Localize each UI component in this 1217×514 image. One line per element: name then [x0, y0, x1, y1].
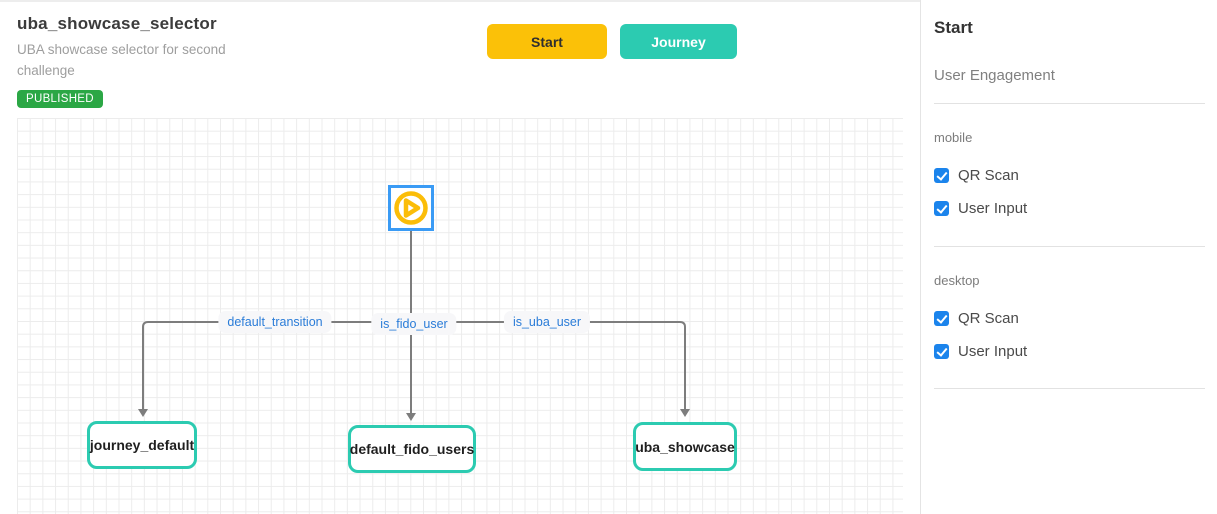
page-subtitle: UBA showcase selector for second challen… — [17, 40, 252, 82]
play-icon — [392, 189, 430, 227]
section-label-desktop: desktop — [934, 273, 1205, 288]
edge-label-default-transition[interactable]: default_transition — [218, 311, 331, 333]
checkbox-row-desktop-user-input[interactable]: User Input — [934, 343, 1205, 360]
journey-button[interactable]: Journey — [620, 24, 737, 59]
journey-header: uba_showcase_selector UBA showcase selec… — [17, 14, 267, 108]
checkbox-label: QR Scan — [958, 310, 1019, 327]
panel-subtitle: User Engagement — [934, 67, 1205, 84]
start-node[interactable] — [388, 185, 434, 231]
node-palette: Start Journey — [487, 24, 737, 59]
checkbox-checked-icon[interactable] — [934, 168, 949, 183]
divider — [934, 246, 1205, 247]
section-label-mobile: mobile — [934, 130, 1205, 145]
flow-canvas[interactable]: default_transition is_fido_user is_uba_u… — [17, 118, 903, 514]
checkbox-label: User Input — [958, 343, 1027, 360]
checkbox-checked-icon[interactable] — [934, 311, 949, 326]
checkbox-row-mobile-qr-scan[interactable]: QR Scan — [934, 167, 1205, 184]
start-button[interactable]: Start — [487, 24, 607, 59]
node-uba-showcase[interactable]: uba_showcase — [633, 422, 737, 471]
properties-panel: Start User Engagement mobile QR Scan Use… — [920, 0, 1217, 514]
checkbox-row-mobile-user-input[interactable]: User Input — [934, 200, 1205, 217]
checkbox-checked-icon[interactable] — [934, 344, 949, 359]
panel-title: Start — [934, 18, 1205, 38]
checkbox-label: QR Scan — [958, 167, 1019, 184]
node-journey-default[interactable]: journey_default — [87, 421, 197, 469]
divider — [934, 103, 1205, 104]
page-title: uba_showcase_selector — [17, 14, 267, 34]
edge-label-is-fido-user[interactable]: is_fido_user — [371, 313, 456, 335]
node-default-fido-users[interactable]: default_fido_users — [348, 425, 476, 473]
divider — [934, 388, 1205, 389]
checkbox-checked-icon[interactable] — [934, 201, 949, 216]
status-badge: PUBLISHED — [17, 90, 103, 108]
checkbox-row-desktop-qr-scan[interactable]: QR Scan — [934, 310, 1205, 327]
edge-label-is-uba-user[interactable]: is_uba_user — [504, 311, 590, 333]
checkbox-label: User Input — [958, 200, 1027, 217]
